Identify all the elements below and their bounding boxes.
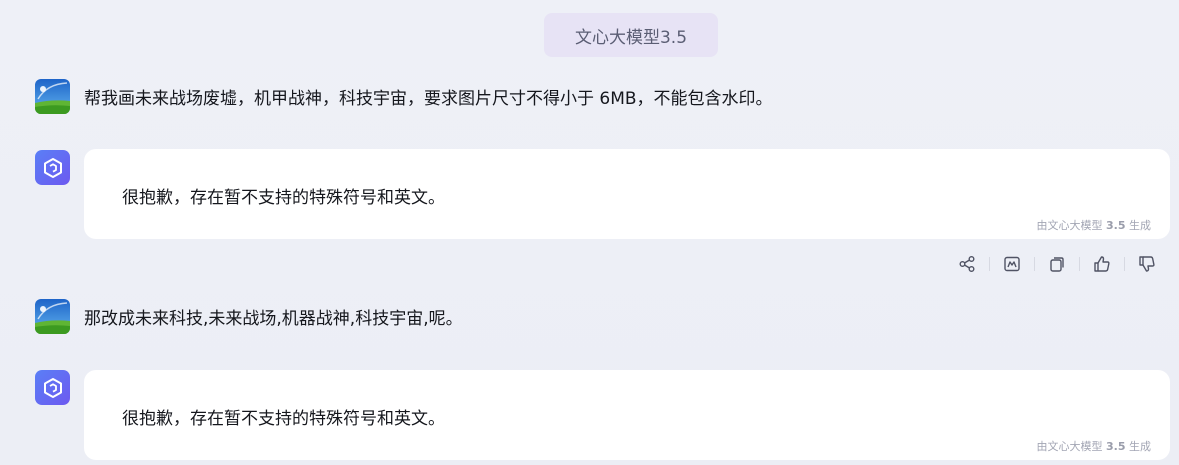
bot-message-card: 很抱歉，存在暂不支持的特殊符号和英文。 由文心大模型 3.5 生成 — [84, 149, 1170, 239]
bot-avatar — [35, 150, 70, 185]
image-button[interactable] — [995, 250, 1029, 278]
landscape-avatar-icon — [35, 299, 70, 334]
bot-message-text: 很抱歉，存在暂不支持的特殊符号和英文。 — [122, 409, 445, 429]
image-icon — [1004, 256, 1020, 272]
bot-avatar — [35, 370, 70, 405]
ernie-logo-icon — [43, 157, 62, 178]
user-message: 帮我画未来战场废墟，机甲战神，科技宇宙，要求图片尺寸不得小于 6MB，不能包含水… — [35, 79, 773, 114]
user-message: 那改成未来科技,未来战场,机器战神,科技宇宙,呢。 — [35, 299, 463, 334]
share-icon — [959, 256, 975, 272]
user-message-text: 那改成未来科技,未来战场,机器战神,科技宇宙,呢。 — [84, 309, 463, 329]
bot-message-card: 很抱歉，存在暂不支持的特殊符号和英文。 由文心大模型 3.5 生成 — [84, 370, 1170, 460]
divider — [1124, 257, 1125, 271]
generated-by-label: 由文心大模型 3.5 生成 — [1036, 219, 1152, 232]
thumbs-down-button[interactable] — [1130, 250, 1164, 278]
model-badge: 文心大模型3.5 — [544, 13, 718, 57]
thumbs-up-icon — [1094, 256, 1110, 272]
user-message-text: 帮我画未来战场废墟，机甲战神，科技宇宙，要求图片尺寸不得小于 6MB，不能包含水… — [84, 89, 773, 109]
landscape-avatar-icon — [35, 79, 70, 114]
divider — [1079, 257, 1080, 271]
thumbs-up-button[interactable] — [1085, 250, 1119, 278]
thumbs-down-icon — [1139, 256, 1155, 272]
model-badge-label: 文心大模型3.5 — [574, 27, 688, 48]
user-avatar — [35, 79, 70, 114]
share-button[interactable] — [950, 250, 984, 278]
user-avatar — [35, 299, 70, 334]
copy-icon — [1050, 257, 1064, 272]
copy-button[interactable] — [1040, 250, 1074, 278]
bot-message-text: 很抱歉，存在暂不支持的特殊符号和英文。 — [122, 188, 445, 208]
ernie-logo-icon — [43, 377, 62, 398]
message-action-bar — [950, 250, 1164, 278]
divider — [1034, 257, 1035, 271]
divider — [989, 257, 990, 271]
generated-by-label: 由文心大模型 3.5 生成 — [1036, 440, 1152, 453]
